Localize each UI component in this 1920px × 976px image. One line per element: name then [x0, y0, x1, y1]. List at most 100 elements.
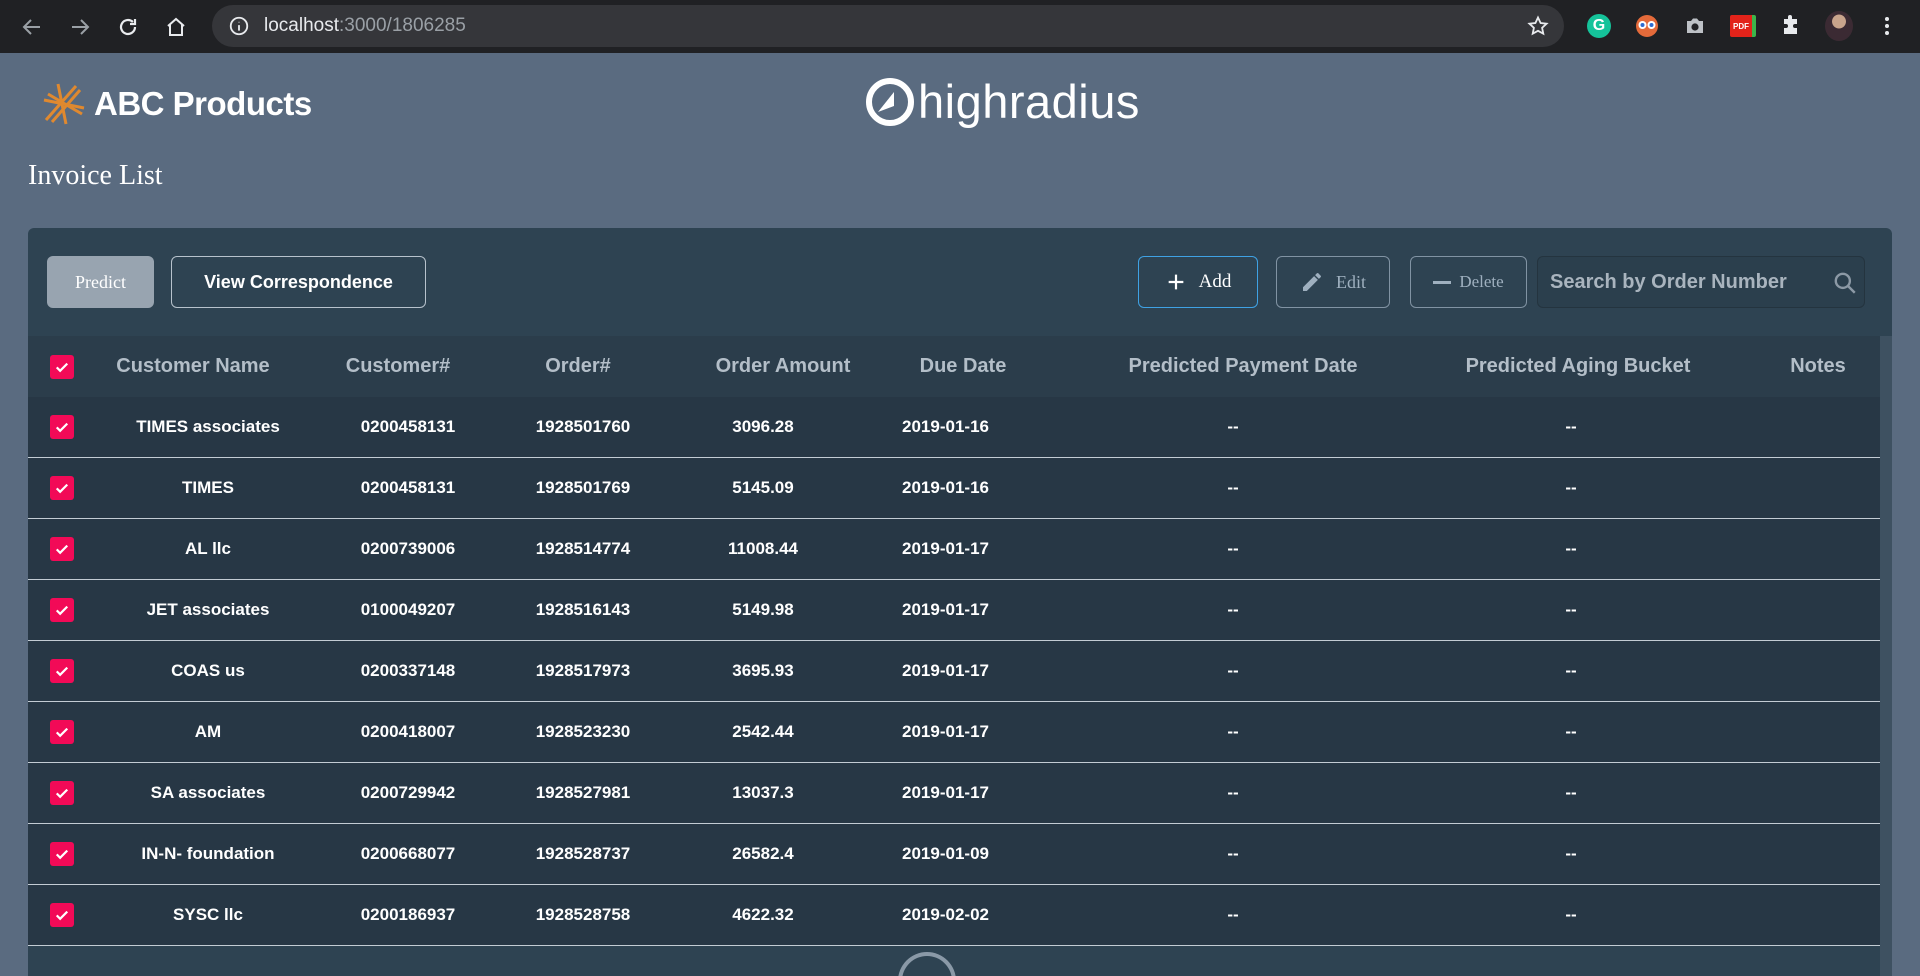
table-row[interactable]: JET associates 0100049207 1928516143 514…: [28, 580, 1880, 641]
edit-button[interactable]: Edit: [1276, 256, 1390, 308]
table-scrollbar[interactable]: [1880, 336, 1892, 976]
row-checkbox[interactable]: [50, 659, 74, 683]
predicted-aging-bucket-cell: --: [1565, 661, 1577, 680]
row-checkbox[interactable]: [50, 476, 74, 500]
home-icon[interactable]: [152, 0, 200, 53]
row-checkbox[interactable]: [50, 720, 74, 744]
info-icon[interactable]: [228, 15, 250, 37]
customer-number-cell: 0200337148: [360, 661, 456, 680]
order-number-cell: 1928501760: [535, 417, 631, 436]
row-checkbox[interactable]: [50, 842, 74, 866]
address-bar[interactable]: localhost:3000/1806285: [212, 5, 1564, 47]
predicted-aging-bucket-cell: --: [1565, 722, 1577, 741]
menu-icon[interactable]: [1873, 12, 1901, 40]
column-header-customer-name[interactable]: Customer Name: [93, 355, 293, 378]
grammarly-icon[interactable]: G: [1585, 12, 1613, 40]
table-header: Customer Name Customer# Order# Order Amo…: [28, 336, 1880, 397]
column-header-notes[interactable]: Notes: [1718, 355, 1892, 378]
order-amount-cell: 5145.09: [732, 478, 794, 497]
brand-name: ABC Products: [94, 85, 312, 122]
due-date-cell: 2019-01-17: [902, 722, 989, 741]
minus-icon: [1433, 280, 1452, 284]
column-header-order-amount[interactable]: Order Amount: [678, 355, 888, 378]
predicted-aging-bucket-cell: --: [1565, 783, 1577, 802]
search-input[interactable]: [1550, 270, 1820, 294]
order-amount-cell: 4622.32: [732, 905, 794, 924]
order-amount-cell: 2542.44: [732, 722, 794, 741]
pencil-icon: [1303, 273, 1321, 291]
table-row[interactable]: AL llc 0200739006 1928514774 11008.44 20…: [28, 519, 1880, 580]
column-header-due-date[interactable]: Due Date: [878, 355, 1048, 378]
back-icon[interactable]: [8, 0, 56, 53]
column-header-predicted-aging-bucket[interactable]: Predicted Aging Bucket: [1418, 355, 1738, 378]
predicted-aging-bucket-cell: --: [1565, 478, 1577, 497]
order-number-cell: 1928517973: [535, 661, 631, 680]
predict-button[interactable]: Predict: [47, 256, 154, 308]
table-row[interactable]: TIMES associates 0200458131 1928501760 3…: [28, 397, 1880, 458]
due-date-cell: 2019-01-17: [902, 600, 989, 619]
table-row[interactable]: SA associates 0200729942 1928527981 1303…: [28, 763, 1880, 824]
customer-number-cell: 0200186937: [360, 905, 456, 924]
due-date-cell: 2019-01-17: [902, 539, 989, 558]
column-header-order-number[interactable]: Order#: [498, 355, 658, 378]
select-all-checkbox[interactable]: [50, 354, 74, 379]
customer-name-cell: TIMES: [182, 478, 234, 497]
url-path: :3000/1806285: [339, 15, 466, 36]
column-header-predicted-payment-date[interactable]: Predicted Payment Date: [1083, 355, 1403, 378]
toolbar: Predict View Correspondence Add Edit Del…: [28, 228, 1892, 336]
highradius-logo-text: highradius: [918, 75, 1140, 128]
column-header-customer-number[interactable]: Customer#: [328, 355, 468, 378]
page-title: Invoice List: [28, 160, 163, 191]
order-amount-cell: 5149.98: [732, 600, 794, 619]
view-correspondence-button[interactable]: View Correspondence: [171, 256, 426, 308]
table-row[interactable]: AM 0200418007 1928523230 2542.44 2019-01…: [28, 702, 1880, 763]
table-row[interactable]: IN-N- foundation 0200668077 1928528737 2…: [28, 824, 1880, 885]
row-checkbox[interactable]: [50, 537, 74, 561]
predicted-aging-bucket-cell: --: [1565, 417, 1577, 436]
due-date-cell: 2019-01-17: [902, 783, 989, 802]
plus-icon: [1168, 274, 1183, 290]
camera-icon[interactable]: [1681, 12, 1709, 40]
grammarly-letter: G: [1587, 14, 1611, 38]
delete-button[interactable]: Delete: [1410, 256, 1527, 308]
due-date-cell: 2019-02-02: [902, 905, 989, 924]
check-icon: [55, 422, 69, 433]
highradius-mark-icon: [866, 77, 914, 126]
due-date-cell: 2019-01-16: [902, 417, 989, 436]
predicted-aging-bucket-cell: --: [1565, 844, 1577, 863]
table-row[interactable]: COAS us 0200337148 1928517973 3695.93 20…: [28, 641, 1880, 702]
row-checkbox[interactable]: [50, 781, 74, 805]
search-icon[interactable]: [1832, 270, 1858, 296]
check-icon: [55, 544, 69, 555]
order-number-cell: 1928501769: [535, 478, 631, 497]
check-icon: [55, 483, 69, 494]
brand: ABC Products: [40, 80, 312, 128]
customer-name-cell: SYSC llc: [173, 905, 243, 924]
customer-number-cell: 0200668077: [360, 844, 456, 863]
predicted-payment-date-cell: --: [1227, 417, 1239, 436]
bookmark-star-icon[interactable]: [1526, 14, 1550, 38]
puzzle-icon[interactable]: [1777, 12, 1805, 40]
table-row[interactable]: SYSC llc 0200186937 1928528758 4622.32 2…: [28, 885, 1880, 946]
predicted-payment-date-cell: --: [1227, 844, 1239, 863]
forward-icon[interactable]: [56, 0, 104, 53]
check-icon: [55, 362, 69, 372]
customer-number-cell: 0200458131: [360, 417, 456, 436]
reload-icon[interactable]: [104, 0, 152, 53]
order-amount-cell: 11008.44: [728, 539, 798, 558]
row-checkbox[interactable]: [50, 598, 74, 622]
customer-number-cell: 0200739006: [360, 539, 456, 558]
eyes-icon[interactable]: [1633, 12, 1661, 40]
invoice-panel: Predict View Correspondence Add Edit Del…: [28, 228, 1892, 976]
customer-name-cell: SA associates: [150, 783, 266, 802]
pdf-icon[interactable]: PDF: [1729, 12, 1757, 40]
row-checkbox[interactable]: [50, 903, 74, 927]
check-icon: [55, 605, 69, 616]
avatar-icon[interactable]: [1825, 11, 1853, 41]
url-text[interactable]: localhost:3000/1806285: [264, 15, 466, 37]
add-button[interactable]: Add: [1138, 256, 1258, 308]
highradius-logo: highradius: [864, 74, 1140, 129]
predicted-payment-date-cell: --: [1227, 905, 1239, 924]
row-checkbox[interactable]: [50, 415, 74, 439]
table-row[interactable]: TIMES 0200458131 1928501769 5145.09 2019…: [28, 458, 1880, 519]
